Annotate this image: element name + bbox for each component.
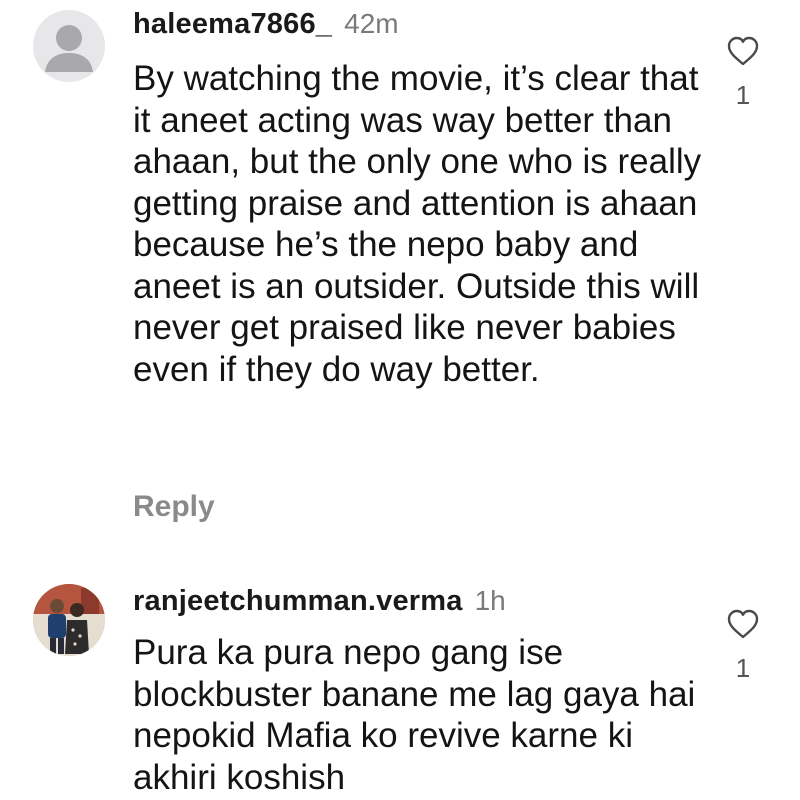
like-button[interactable]: 1 (718, 36, 768, 111)
comment-header: haleema7866_ 42m (133, 8, 399, 41)
comment-header: ranjeetchumman.verma 1h (133, 585, 506, 618)
reply-button[interactable]: Reply (133, 490, 215, 524)
like-button[interactable]: 1 (718, 609, 768, 684)
heart-icon (727, 36, 759, 66)
username[interactable]: haleema7866_ (133, 8, 332, 41)
profile-photo-icon (33, 584, 105, 656)
username[interactable]: ranjeetchumman.verma (133, 585, 463, 618)
default-avatar-icon (45, 25, 93, 72)
timestamp: 1h (474, 585, 506, 616)
timestamp: 42m (344, 8, 399, 39)
like-count: 1 (735, 653, 751, 683)
comment-text: Pura ka pura nepo gang ise blockbuster b… (133, 633, 696, 797)
heart-icon (727, 609, 759, 639)
like-count: 1 (735, 80, 751, 110)
avatar[interactable] (33, 10, 105, 82)
comment-text: By watching the movie, it’s clear that i… (133, 59, 702, 389)
avatar[interactable] (33, 584, 105, 656)
